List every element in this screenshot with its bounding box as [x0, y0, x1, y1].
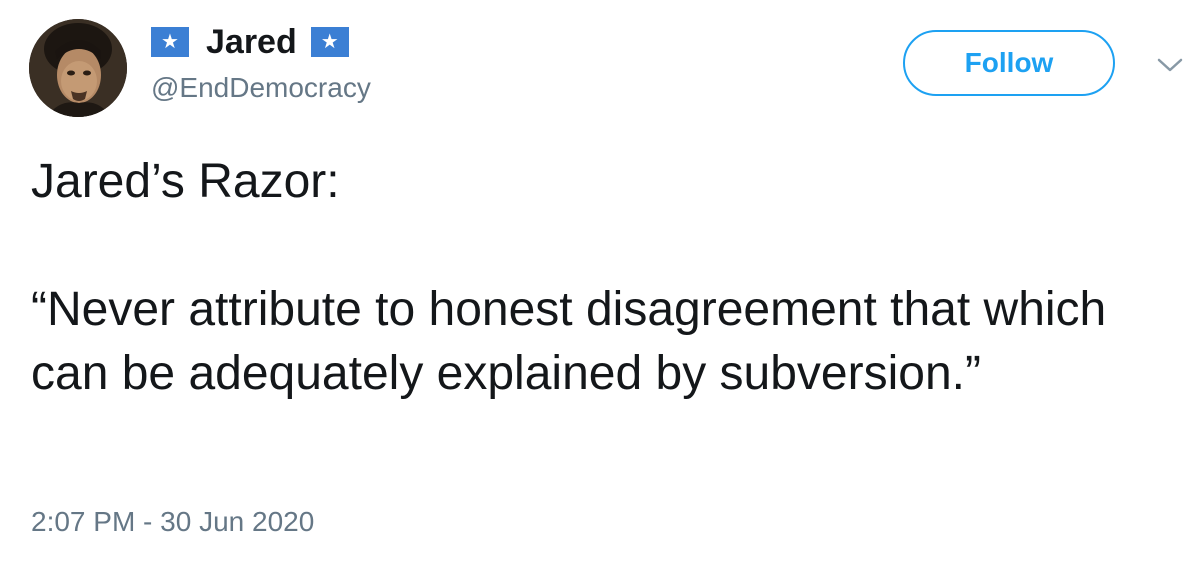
- avatar[interactable]: [29, 19, 127, 117]
- flag-icon: ★: [151, 27, 189, 57]
- avatar-portrait-image: [29, 19, 127, 117]
- tweet-text-line: Jared’s Razor:: [31, 155, 340, 208]
- flag-icon: ★: [310, 27, 349, 57]
- tweet-quote: “Never attribute to honest disagreement …: [31, 283, 1107, 400]
- follow-button[interactable]: Follow: [903, 30, 1115, 96]
- user-handle[interactable]: @EndDemocracy: [151, 70, 371, 106]
- tweet-card: ★ Jared ★ @EndDemocracy Follow Jared’s R…: [0, 0, 1200, 562]
- tweet-text: Jared’s Razor: “Never attribute to hones…: [31, 150, 1181, 406]
- chevron-down-icon[interactable]: [1155, 54, 1185, 76]
- display-name[interactable]: Jared: [206, 22, 297, 62]
- user-name-row: ★ Jared ★: [151, 22, 349, 62]
- tweet-timestamp[interactable]: 2:07 PM - 30 Jun 2020: [31, 504, 314, 540]
